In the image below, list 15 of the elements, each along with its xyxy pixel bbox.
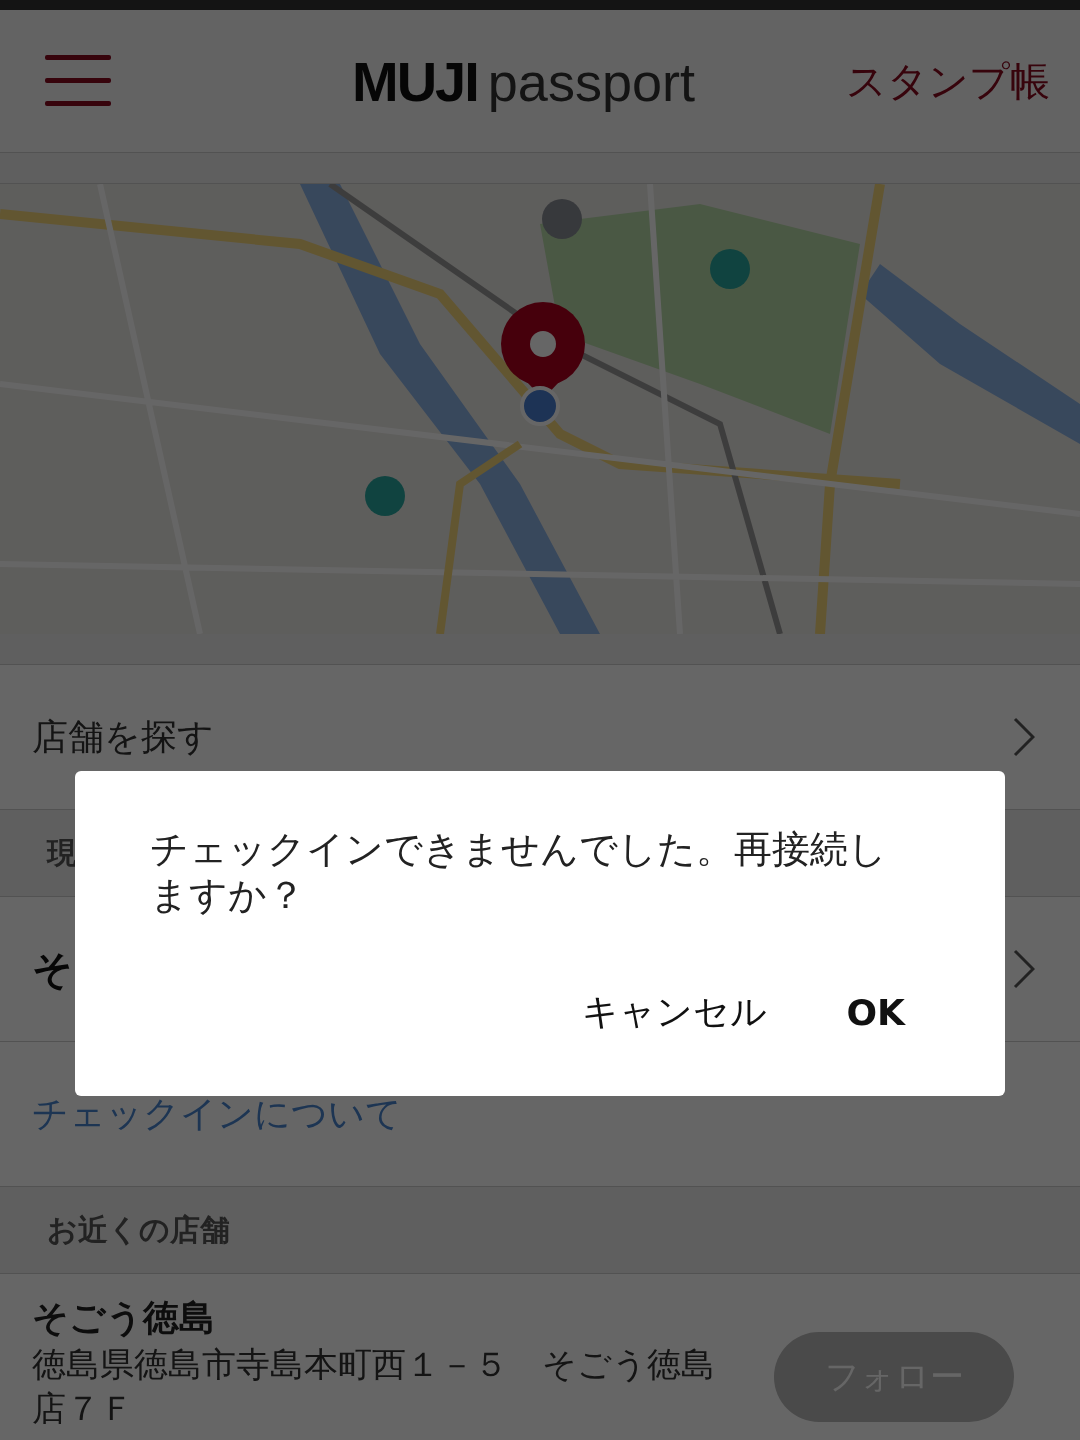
cancel-button[interactable]: キャンセル — [561, 978, 787, 1047]
find-store-label: 店舗を探す — [32, 714, 214, 759]
menu-icon[interactable] — [45, 55, 111, 107]
current-store-name: そ — [32, 944, 73, 994]
store-address: 徳島県徳島市寺島本町西１－５ そごう徳島店７Ｆ — [32, 1343, 716, 1430]
section-title: お近くの店舗 — [47, 1210, 230, 1249]
section-title: 現 — [47, 833, 77, 872]
chevron-right-icon[interactable] — [1013, 949, 1035, 989]
store-name: そごう徳島 — [32, 1296, 216, 1340]
logo-wordmark: MUJI — [352, 48, 478, 114]
logo-subtitle: passport — [487, 50, 695, 113]
chevron-right-icon[interactable] — [1013, 717, 1035, 757]
ok-button[interactable]: OK — [826, 978, 925, 1047]
stamp-book-link[interactable]: スタンプ帳 — [846, 53, 1050, 109]
dialog-message: チェックインできませんでした。再接続しますか？ — [150, 826, 888, 918]
